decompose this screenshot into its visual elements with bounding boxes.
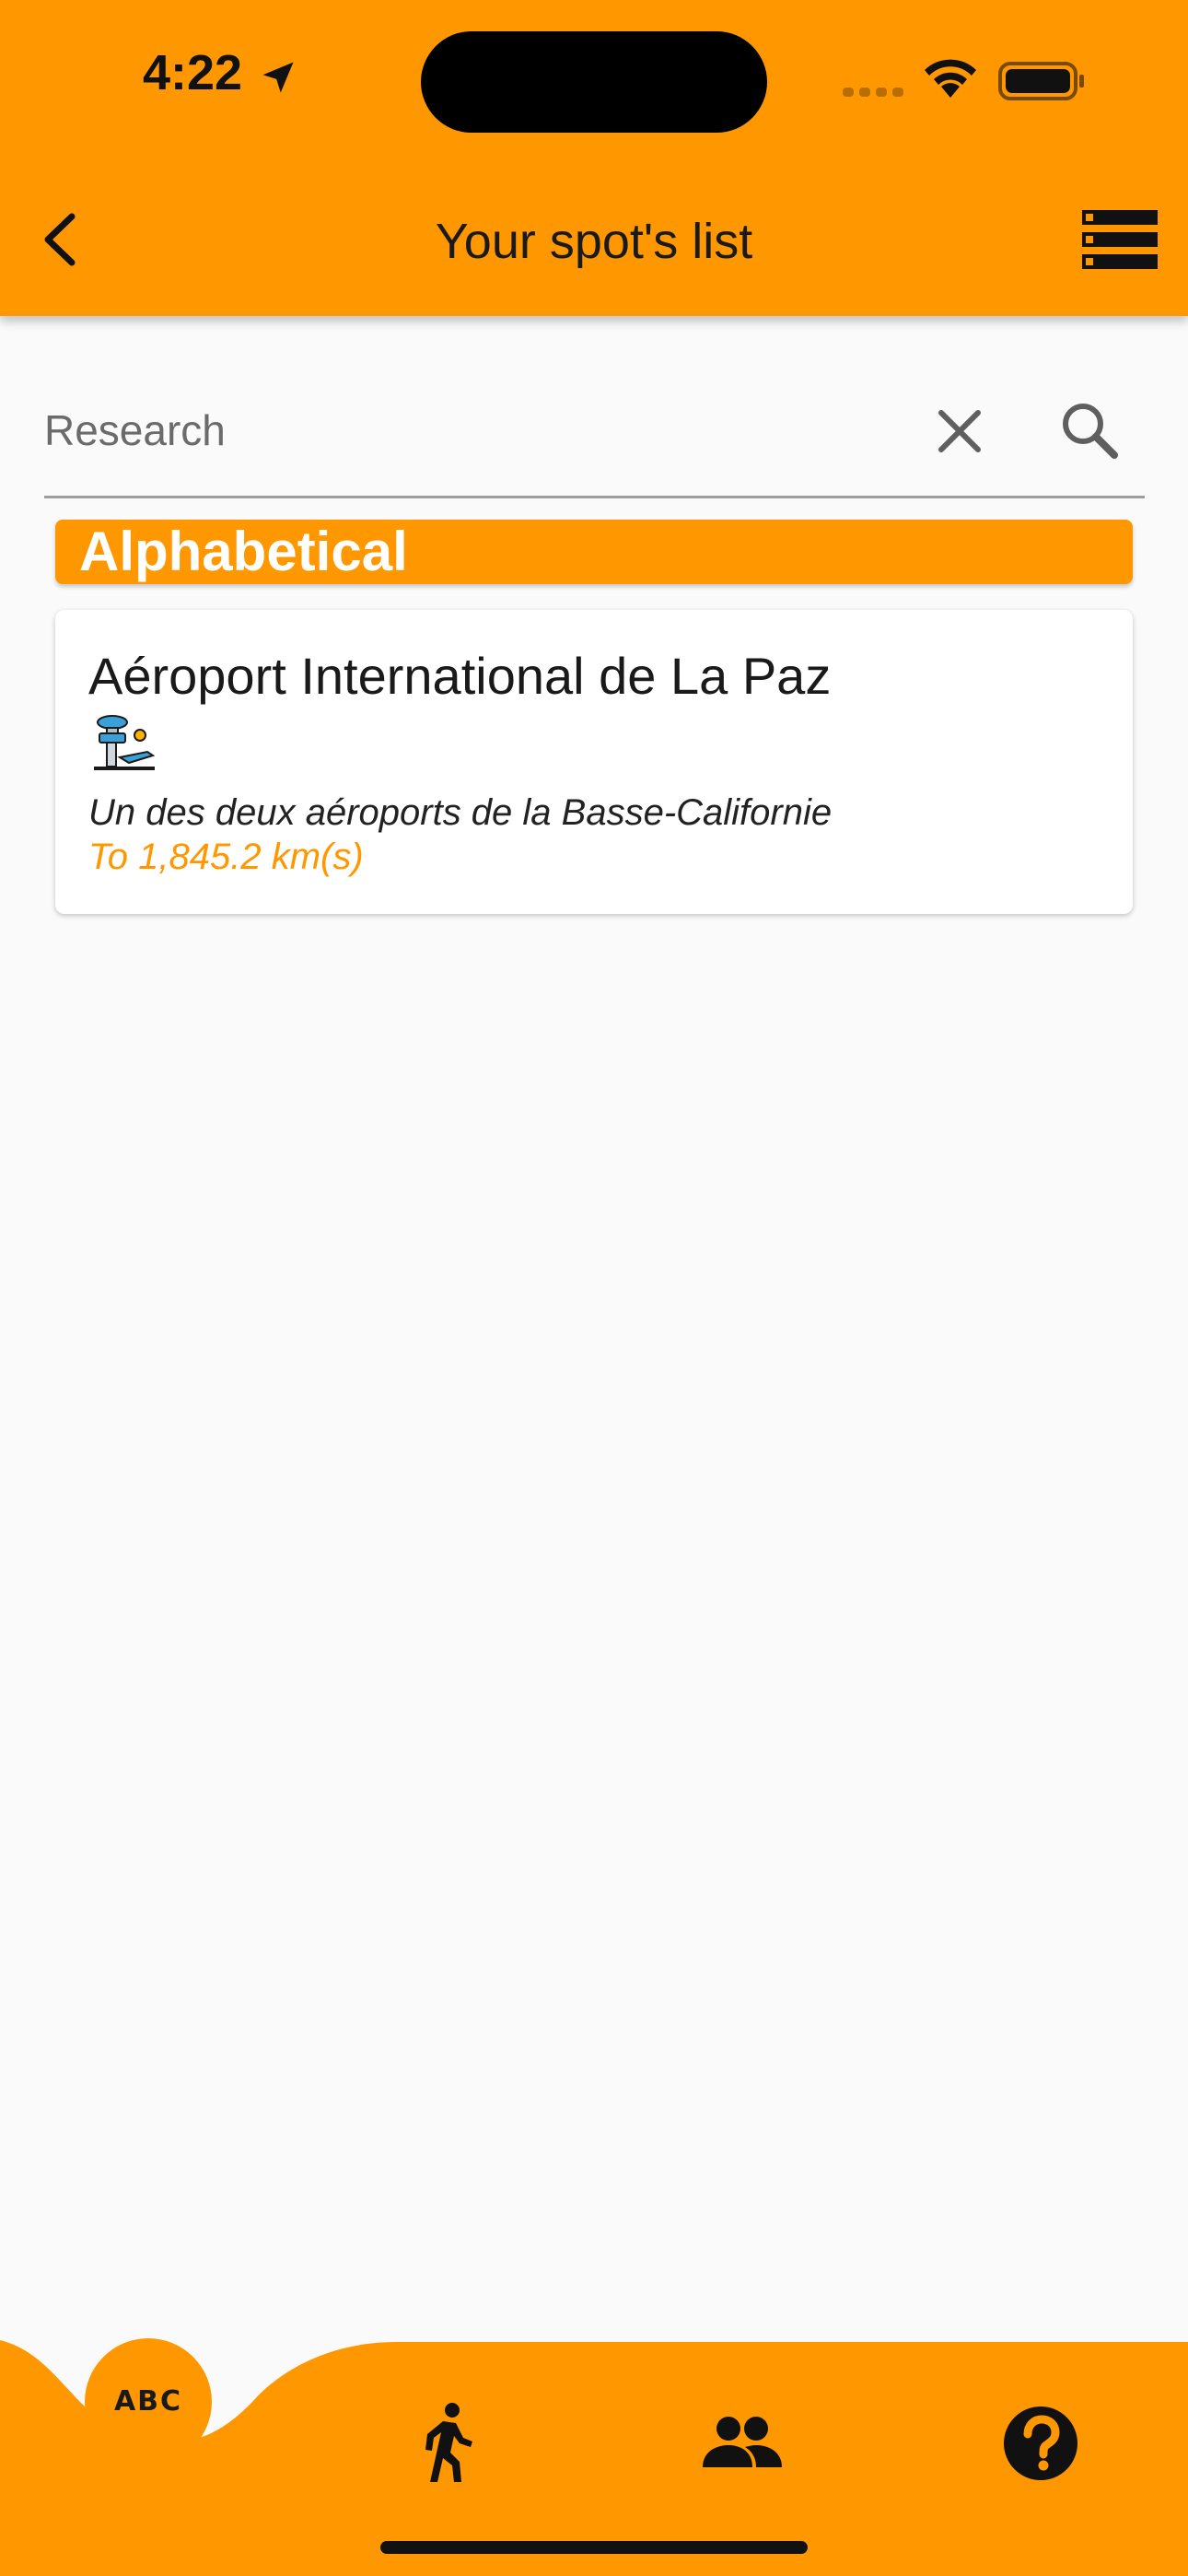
spot-card[interactable]: Aéroport International de La Paz Un des … — [55, 610, 1133, 914]
search-input[interactable] — [44, 389, 873, 472]
list-view-icon[interactable] — [1082, 210, 1158, 269]
app-bar: 4:22 Your spot's list — [0, 0, 1188, 316]
people-group-icon[interactable] — [695, 2397, 787, 2489]
search-bar — [44, 369, 1145, 498]
page-title: Your spot's list — [435, 214, 753, 269]
home-indicator — [380, 2541, 808, 2554]
spot-description: Un des deux aéroports de la Basse-Califo… — [88, 792, 833, 833]
nav-alphabetical-button[interactable]: ABC — [85, 2338, 212, 2465]
help-icon[interactable] — [995, 2397, 1087, 2489]
dynamic-island — [421, 31, 767, 133]
wifi-icon — [925, 59, 976, 98]
search-icon[interactable] — [1046, 387, 1135, 475]
airport-icon — [94, 715, 156, 770]
status-time: 4:22 — [143, 45, 243, 100]
spot-distance: To 1,845.2 km(s) — [88, 837, 364, 877]
section-header-alphabetical: Alphabetical — [55, 520, 1133, 584]
spot-name: Aéroport International de La Paz — [88, 647, 832, 705]
location-arrow-icon — [262, 62, 294, 93]
walking-person-icon[interactable] — [401, 2397, 493, 2489]
cellular-signal-icon — [843, 88, 903, 97]
clear-icon[interactable] — [917, 389, 1002, 474]
battery-icon — [998, 62, 1084, 100]
